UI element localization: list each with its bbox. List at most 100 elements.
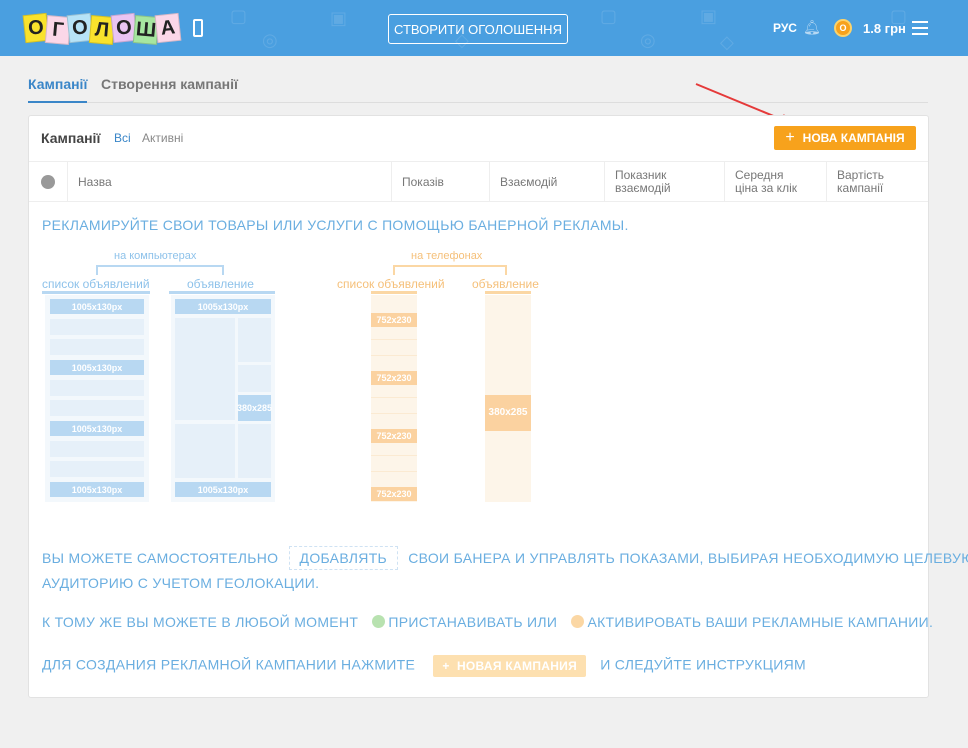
square-width: 380 (488, 407, 506, 418)
divider (42, 291, 150, 294)
list-row (50, 319, 144, 335)
list-row (50, 461, 144, 477)
content-block (238, 424, 271, 478)
play-icon (571, 615, 585, 628)
square-height: 285 (257, 402, 273, 413)
bg-pattern-icon: ▢ (230, 6, 248, 26)
bg-pattern-icon: ▣ (330, 8, 348, 28)
promo-line-1-cont: АУДИТОРИЮ С УЧЕТОМ ГЕОЛОКАЦИИ. (42, 575, 320, 591)
promo-line-3-end: И СЛЕДУЙТЕ ИНСТРУКЦИЯМ (600, 656, 806, 673)
promo-line-3-start: ДЛЯ СОЗДАНИЯ РЕКЛАМНОЙ КАМПАНИИ НАЖМИТЕ (42, 656, 416, 673)
column-name[interactable]: Назва (67, 162, 391, 202)
desktop-banner: 1005x130px (50, 482, 144, 497)
bg-pattern-icon: ◇ (720, 32, 734, 52)
inline-new-campaign-button: + НОВАЯ КАМПАНИЯ (433, 655, 587, 677)
content-block (175, 424, 235, 478)
inline-new-campaign-label: НОВАЯ КАМПАНИЯ (456, 659, 578, 673)
mobile-bracket (393, 265, 507, 275)
menu-icon[interactable] (912, 21, 928, 35)
list-row (371, 455, 417, 456)
square-banner: 380 x 285 (236, 395, 273, 421)
desktop-bracket (96, 265, 224, 275)
promo-pause-text: ПРИСТАНАВИВАТЬ ИЛИ (388, 614, 558, 630)
divider (169, 291, 275, 294)
select-all-checkbox[interactable] (41, 175, 55, 189)
logo-letter: А (154, 12, 182, 44)
list-row (371, 413, 417, 414)
new-campaign-button[interactable]: + НОВА КАМПАНІЯ (774, 126, 916, 150)
content-block (238, 365, 271, 392)
list-row (50, 400, 144, 416)
column-impressions[interactable]: Показів (391, 162, 489, 202)
add-banner-link: ДОБАВЛЯТЬ (288, 546, 399, 570)
campaigns-card: Кампанії Всі Активні + НОВА КАМПАНІЯ Наз… (28, 115, 968, 698)
tab-create-campaign[interactable]: Створення кампанії (101, 76, 238, 101)
promo-line-2: К ТОМУ ЖЕ ВЫ МОЖЕТЕ В ЛЮБОЙ МОМЕНТ ПРИСТ… (42, 614, 933, 630)
top-header: ▢ ◎ ▣ ◇ ▢ ◎ ▣ ◇ ▢ О Г О Л О Ш А СТВОРИТИ… (0, 0, 968, 56)
list-row (371, 471, 417, 472)
bg-pattern-icon: ▣ (700, 6, 718, 26)
filter-all[interactable]: Всі (114, 131, 131, 145)
column-interaction-rate[interactable]: Показник взаємодій (604, 162, 724, 202)
bell-icon[interactable]: 🔔︎ (803, 19, 821, 36)
promo-headline: РЕКЛАМИРУЙТЕ СВОИ ТОВАРЫ ИЛИ УСЛУГИ С ПО… (42, 217, 629, 233)
desktop-banner: 1005x130px (50, 299, 144, 314)
phone-icon[interactable] (193, 19, 203, 37)
list-row (50, 441, 144, 457)
mobile-ad-label: объявление (472, 277, 539, 291)
promo-line-3: ДЛЯ СОЗДАНИЯ РЕКЛАМНОЙ КАМПАНИИ НАЖМИТЕ … (42, 655, 806, 677)
desktop-banner: 1005x130px (175, 299, 271, 314)
site-logo[interactable]: О Г О Л О Ш А (22, 8, 182, 48)
bg-pattern-icon: ◎ (640, 30, 656, 50)
plus-icon: + (785, 129, 795, 146)
tab-campaigns[interactable]: Кампанії (28, 76, 88, 103)
column-interactions[interactable]: Взаємодій (489, 162, 604, 202)
mobile-list-mockup: 752x230 752x230 752x230 752x230 (371, 295, 417, 502)
bg-pattern-icon: ▢ (600, 6, 618, 26)
card-title: Кампанії (41, 130, 101, 146)
square-height: 285 (510, 407, 528, 418)
list-row (50, 380, 144, 396)
new-campaign-label: НОВА КАМПАНІЯ (802, 131, 905, 145)
content-block (238, 318, 271, 362)
mobile-list-label: список объявлений (337, 277, 445, 291)
coin-icon: О (834, 19, 852, 37)
mobile-banner: 752x230 (371, 371, 417, 385)
list-row (371, 355, 417, 356)
desktop-banner: 1005x130px (50, 421, 144, 436)
table-header: Назва Показів Взаємодій Показник взаємод… (29, 162, 928, 202)
mobile-banner: 752x230 (371, 313, 417, 327)
list-row (371, 339, 417, 340)
mobile-banner: 752x230 (371, 429, 417, 443)
promo-line-2-start: К ТОМУ ЖЕ ВЫ МОЖЕТЕ В ЛЮБОЙ МОМЕНТ (42, 614, 359, 630)
divider (371, 291, 417, 294)
filter-active[interactable]: Активні (142, 131, 183, 145)
card-header: Кампанії Всі Активні + НОВА КАМПАНІЯ (29, 116, 928, 162)
pause-icon (372, 615, 386, 628)
mobile-group-label: на телефонах (411, 250, 483, 262)
desktop-group-label: на компьютерах (114, 250, 197, 262)
column-avg-cpc[interactable]: Середня ціна за клік (724, 162, 826, 202)
desktop-ad-label: объявление (187, 277, 254, 291)
balance-amount[interactable]: 1.8 грн (863, 21, 906, 36)
desktop-banner: 1005x130px (175, 482, 271, 497)
column-campaign-cost[interactable]: Вартість кампанії (826, 162, 928, 202)
mobile-banner: 752x230 (371, 487, 417, 501)
mobile-ad-mockup: 380 x 285 (485, 295, 531, 502)
promo-activate-text: АКТИВИРОВАТЬ ВАШИ РЕКЛАМНЫЕ КАМПАНИИ. (587, 614, 934, 630)
square-banner: 380 x 285 (485, 395, 531, 431)
create-ad-button[interactable]: СТВОРИТИ ОГОЛОШЕННЯ (388, 14, 568, 44)
square-width: 380 (236, 402, 252, 413)
bg-pattern-icon: ◎ (262, 30, 278, 50)
desktop-list-mockup: 1005x130px 1005x130px 1005x130px 1005x13… (45, 295, 149, 502)
desktop-ad-mockup: 1005x130px 380 x 285 1005x130px (171, 295, 275, 502)
content-block (175, 318, 235, 420)
desktop-banner: 1005x130px (50, 360, 144, 375)
list-row (371, 397, 417, 398)
promo-line-1-end: СВОИ БАНЕРА И УПРАВЛЯТЬ ПОКАЗАМИ, ВЫБИРА… (408, 550, 968, 566)
divider (485, 291, 531, 294)
promo-line-1: ВЫ МОЖЕТЕ САМОСТОЯТЕЛЬНО ДОБАВЛЯТЬ СВОИ … (42, 546, 968, 570)
desktop-list-label: список объявлений (42, 277, 150, 291)
language-switcher[interactable]: РУС (773, 21, 797, 35)
promo-line-1-start: ВЫ МОЖЕТЕ САМОСТОЯТЕЛЬНО (42, 550, 279, 566)
